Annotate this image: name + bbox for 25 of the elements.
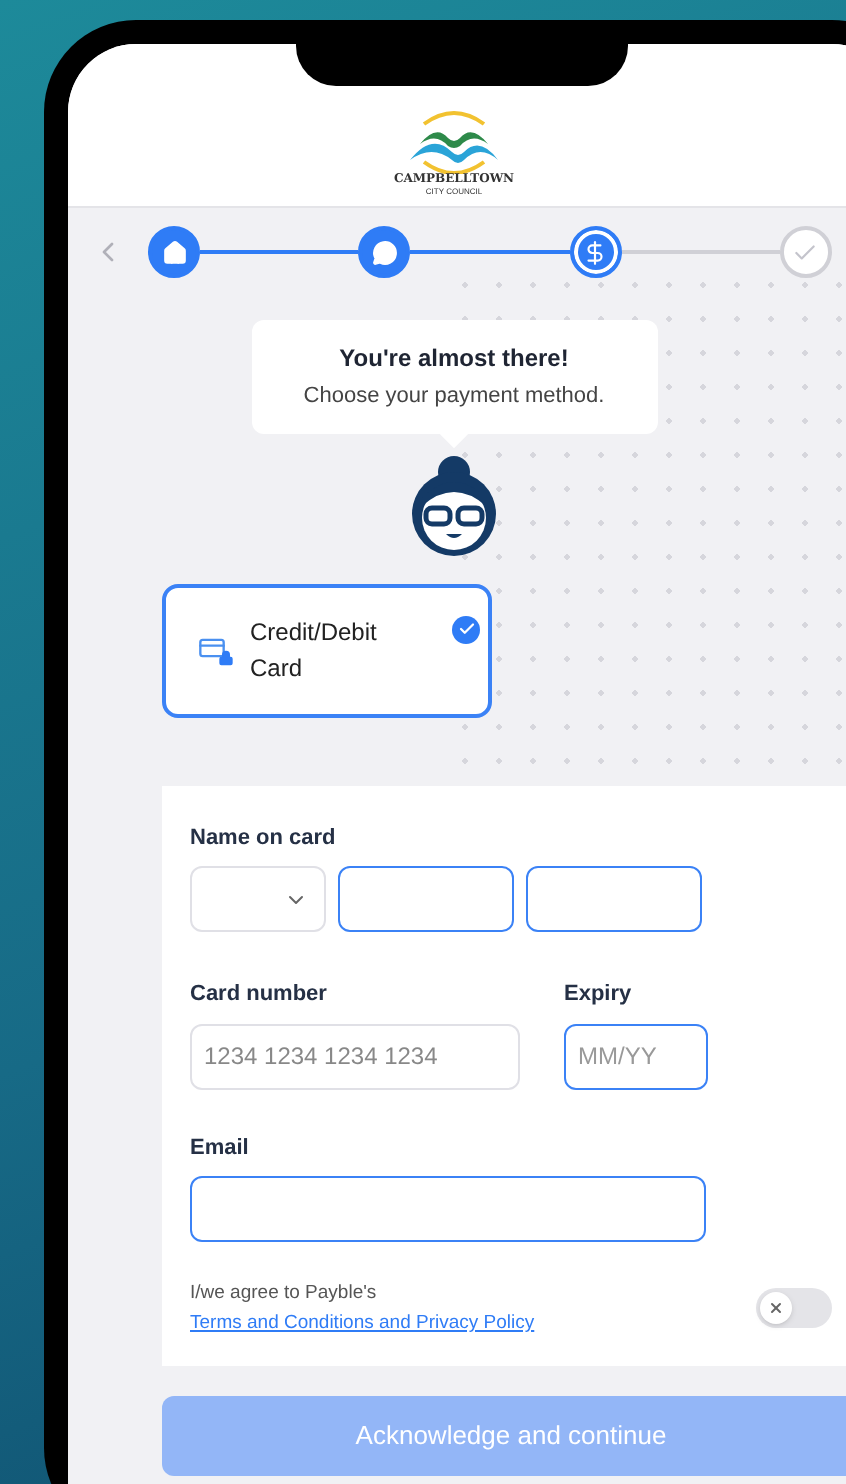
- agreement-text: I/we agree to Payble's Terms and Conditions and Privacy Policy: [190, 1280, 537, 1338]
- avatar-icon: [408, 453, 500, 557]
- chat-icon: [371, 239, 398, 265]
- agreement-toggle[interactable]: [756, 1288, 832, 1328]
- check-badge-icon: [452, 615, 480, 643]
- payment-method-card[interactable]: Credit/Debit Card: [162, 583, 492, 717]
- bubble-title: You're almost there!: [339, 342, 569, 376]
- card-lock-icon: [194, 634, 234, 666]
- field-label: Name on card: [190, 823, 338, 853]
- card-number-field[interactable]: 1234 1234 1234 1234: [190, 1023, 520, 1089]
- dollar-icon: [582, 239, 609, 265]
- payment-method-label: Credit/Debit Card: [250, 616, 379, 686]
- waves-logo-icon: [404, 108, 504, 174]
- check-icon: [792, 239, 819, 265]
- bubble-message: Choose your payment method.: [303, 382, 605, 412]
- expiry-field[interactable]: MM/YY: [564, 1023, 708, 1089]
- field-label: Email: [190, 1133, 251, 1163]
- terms-link[interactable]: Terms and Conditions and Privacy Policy: [190, 1312, 535, 1334]
- field-label: Expiry: [564, 980, 634, 1010]
- home-icon: [161, 239, 187, 265]
- close-icon: [768, 1300, 784, 1316]
- field-label: Card number: [190, 980, 329, 1010]
- email-field[interactable]: [190, 1176, 706, 1242]
- last-name-field[interactable]: [526, 866, 702, 932]
- first-name-field[interactable]: [338, 866, 514, 932]
